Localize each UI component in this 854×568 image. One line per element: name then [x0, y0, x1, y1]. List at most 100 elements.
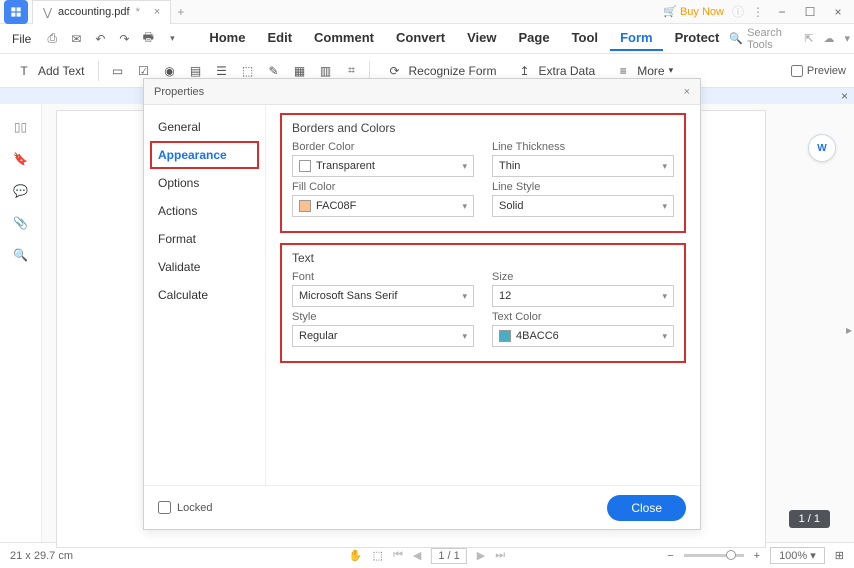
locked-checkbox-input[interactable] — [158, 501, 171, 514]
print-icon[interactable]: 🖶 — [139, 30, 157, 48]
select-tool-icon[interactable]: ⬚ — [373, 549, 383, 562]
prev-page-icon[interactable]: ◀ — [413, 549, 421, 562]
fill-color-label: Fill Color — [292, 181, 474, 193]
line-thickness-select[interactable]: Thin ▾ — [492, 155, 674, 177]
first-page-icon[interactable]: ⏮ — [393, 549, 403, 562]
bookmark-icon[interactable]: 🔖 — [12, 150, 30, 168]
file-tab[interactable]: ⋁ accounting.pdf * × — [32, 0, 171, 24]
properties-content: Borders and Colors Border Color Transpar… — [266, 105, 700, 485]
chevron-down-icon[interactable]: ▾ — [163, 30, 181, 48]
menu-form[interactable]: Form — [610, 26, 663, 51]
dimensions-label: 21 x 29.7 cm — [10, 550, 73, 562]
fill-swatch — [299, 200, 311, 212]
undo-icon[interactable]: ↶ — [91, 30, 109, 48]
checkmark-icon: ⋁ — [43, 6, 52, 19]
file-name: accounting.pdf — [58, 6, 130, 18]
text-color-select[interactable]: 4BACC6 ▾ — [492, 325, 674, 347]
minimize-icon[interactable]: − — [772, 2, 792, 22]
close-strip-icon[interactable]: × — [841, 89, 848, 103]
borders-colors-title: Borders and Colors — [292, 121, 674, 135]
cart-icon: 🛒 — [663, 5, 677, 18]
menu-comment[interactable]: Comment — [304, 26, 384, 51]
zoom-out-icon[interactable]: − — [667, 550, 673, 562]
font-label: Font — [292, 271, 474, 283]
nav-validate[interactable]: Validate — [144, 253, 265, 281]
expand-arrow-icon[interactable]: ▸ — [846, 323, 852, 337]
share-icon[interactable]: ⇱ — [804, 32, 813, 45]
nav-format[interactable]: Format — [144, 225, 265, 253]
nav-general[interactable]: General — [144, 113, 265, 141]
fit-page-icon[interactable]: ⊞ — [835, 549, 844, 562]
app-logo — [4, 0, 28, 24]
zoom-select[interactable]: 100% ▾ — [770, 547, 825, 564]
chevron-down-icon: ▾ — [662, 201, 667, 212]
line-thickness-label: Line Thickness — [492, 141, 674, 153]
close-properties-icon[interactable]: × — [684, 86, 690, 98]
preview-checkbox[interactable]: Preview — [791, 65, 846, 77]
nav-appearance[interactable]: Appearance — [150, 141, 259, 169]
menu-convert[interactable]: Convert — [386, 26, 455, 51]
fill-color-select[interactable]: FAC08F ▾ — [292, 195, 474, 217]
close-button[interactable]: Close — [607, 495, 686, 521]
save-icon[interactable]: ⎙ — [43, 30, 61, 48]
help-icon[interactable]: ▾ — [844, 32, 850, 45]
font-select[interactable]: Microsoft Sans Serif ▾ — [292, 285, 474, 307]
buy-now-link[interactable]: 🛒 Buy Now — [663, 5, 724, 18]
text-color-swatch — [499, 330, 511, 342]
chevron-down-icon: ▾ — [669, 65, 674, 76]
add-tab-icon[interactable]: + — [177, 5, 184, 19]
thumbnails-icon[interactable]: ▯▯ — [12, 118, 30, 136]
search-tools[interactable]: 🔍 Search Tools — [729, 27, 794, 51]
page-navigation: ✋ ⬚ ⏮ ◀ 1 / 1 ▶ ⏭ — [349, 548, 505, 564]
properties-footer: Locked Close — [144, 485, 700, 529]
next-page-icon[interactable]: ▶ — [477, 549, 485, 562]
line-style-select[interactable]: Solid ▾ — [492, 195, 674, 217]
left-rail: ▯▯ 🔖 💬 📎 🔍 — [0, 104, 42, 542]
text-field-icon[interactable]: ▭ — [107, 61, 127, 81]
page-input[interactable]: 1 / 1 — [431, 548, 466, 564]
comment-panel-icon[interactable]: 💬 — [12, 182, 30, 200]
menu-page[interactable]: Page — [509, 26, 560, 51]
size-select[interactable]: 12 ▾ — [492, 285, 674, 307]
nav-calculate[interactable]: Calculate — [144, 281, 265, 309]
mail-icon[interactable]: ✉ — [67, 30, 85, 48]
close-tab-icon[interactable]: × — [154, 6, 160, 18]
menu-protect[interactable]: Protect — [665, 26, 730, 51]
user-icon[interactable]: ⓘ — [732, 3, 744, 20]
border-color-select[interactable]: Transparent ▾ — [292, 155, 474, 177]
attachment-icon[interactable]: 📎 — [12, 214, 30, 232]
chevron-down-icon: ▾ — [462, 331, 467, 342]
titlebar: ⋁ accounting.pdf * × + 🛒 Buy Now ⓘ ⋮ − ☐… — [0, 0, 854, 24]
file-menu[interactable]: File — [4, 32, 39, 46]
style-select[interactable]: Regular ▾ — [292, 325, 474, 347]
menu-dots-icon[interactable]: ⋮ — [752, 5, 764, 19]
locked-checkbox[interactable]: Locked — [158, 501, 212, 514]
cloud-icon[interactable]: ☁ — [823, 32, 834, 45]
menu-view[interactable]: View — [457, 26, 506, 51]
menubar: File ⎙ ✉ ↶ ↷ 🖶 ▾ Home Edit Comment Conve… — [0, 24, 854, 54]
close-window-icon[interactable]: × — [828, 2, 848, 22]
word-badge-icon[interactable]: W — [808, 134, 836, 162]
menu-tool[interactable]: Tool — [562, 26, 608, 51]
nav-actions[interactable]: Actions — [144, 197, 265, 225]
redo-icon[interactable]: ↷ — [115, 30, 133, 48]
search-panel-icon[interactable]: 🔍 — [12, 246, 30, 264]
search-icon: 🔍 — [729, 32, 743, 45]
transparent-swatch — [299, 160, 311, 172]
properties-panel: Properties × General Appearance Options … — [143, 78, 701, 530]
last-page-icon[interactable]: ⏭ — [495, 549, 505, 562]
hand-tool-icon[interactable]: ✋ — [349, 549, 363, 562]
size-label: Size — [492, 271, 674, 283]
page-badge: 1 / 1 — [789, 510, 830, 528]
nav-options[interactable]: Options — [144, 169, 265, 197]
menu-home[interactable]: Home — [199, 26, 255, 51]
preview-checkbox-input[interactable] — [791, 65, 803, 77]
zoom-in-icon[interactable]: + — [754, 550, 760, 562]
zoom-slider[interactable] — [684, 554, 744, 557]
text-icon: T — [14, 61, 34, 81]
borders-colors-group: Borders and Colors Border Color Transpar… — [280, 113, 686, 233]
maximize-icon[interactable]: ☐ — [800, 2, 820, 22]
menu-edit[interactable]: Edit — [257, 26, 302, 51]
chevron-down-icon: ▾ — [462, 291, 467, 302]
add-text-button[interactable]: T Add Text — [8, 59, 90, 83]
